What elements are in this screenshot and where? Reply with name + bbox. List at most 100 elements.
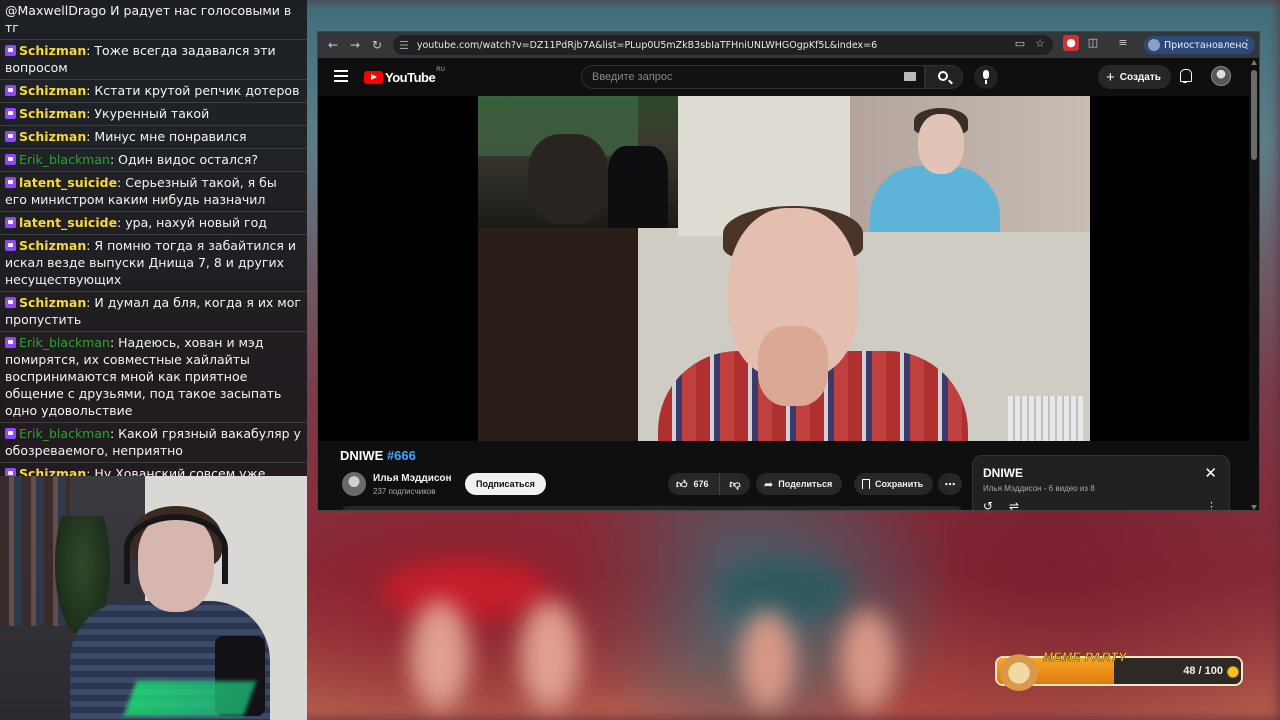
chat-message: Schizman: Я помню тогда я забайтился и и… [0,235,307,292]
share-label: Поделиться [778,479,833,489]
main-person-hand [758,326,828,406]
thumbs-down-icon[interactable]: 👎︎ [720,478,750,491]
description-box[interactable] [342,506,962,510]
chat-text: ура, нахуй новый год [125,215,267,230]
back-icon[interactable]: ← [322,34,344,56]
chat-username[interactable]: Erik_blackman [19,152,110,167]
twitch-badge-icon [5,45,16,56]
chat-username[interactable]: Schizman [19,295,86,310]
chat-message: latent_suicide: ура, нахуй новый год [0,212,307,235]
stream-chat: @MaxwellDrago И радует нас голосовыми в … [0,0,307,476]
scroll-down-icon[interactable] [1251,505,1257,510]
hashtag-link[interactable]: #666 [387,448,416,463]
subscribe-button[interactable]: Подписаться [465,473,546,495]
chat-text: Укуренный такой [94,106,210,121]
youtube-play-icon [364,71,383,84]
voice-search-mic-icon[interactable] [974,65,998,89]
chat-message: latent_suicide: Серьезный такой, я бы ег… [0,172,307,212]
chat-text: Один видос остался? [118,152,258,167]
video-player[interactable] [318,96,1251,441]
profile-status-label: Приостановлено [1164,39,1248,51]
browser-menu-icon[interactable]: ⋮ [1241,37,1253,51]
video-title-text: DNIWE [340,448,387,463]
thumbs-up-icon: 👍︎ [676,477,688,491]
extensions-area: ● ◫ ≡ [1063,35,1131,51]
save-label: Сохранить [875,479,924,489]
chat-text: @MaxwellDrago И радует нас голосовыми в … [5,3,292,35]
chat-message: Erik_blackman: Какой грязный вакабуляр у… [0,423,307,463]
more-actions-icon[interactable]: ⋯ [938,473,962,495]
loop-icon[interactable]: ↺ [983,499,993,510]
youtube-header: YouTube RU + Создать [318,58,1259,96]
chat-message: Schizman: Ну Хованский совсем уже спился… [0,463,307,476]
chat-username[interactable]: Schizman [19,129,86,144]
search-button[interactable] [925,65,963,89]
reload-icon[interactable]: ↻ [366,34,388,56]
page-scrollbar[interactable] [1249,58,1259,510]
chat-message: Erik_blackman: Один видос остался? [0,149,307,172]
profile-paused-button[interactable]: Приостановлено [1144,36,1256,54]
account-avatar[interactable] [1211,66,1231,86]
streamer-webcam [0,476,307,720]
playlist-title[interactable]: DNIWE [983,466,1023,480]
chat-separator: : [109,335,119,350]
chat-message: Schizman: Укуренный такой [0,103,307,126]
extensions-puzzle-icon[interactable]: ◫ [1085,35,1101,51]
channel-avatar[interactable] [342,472,366,496]
right-camera [850,96,1090,232]
notifications-bell-icon[interactable] [1178,69,1192,83]
close-icon[interactable]: ✕ [1204,464,1217,482]
chat-username[interactable]: Schizman [19,466,86,476]
search-icon [938,71,948,81]
channel-name[interactable]: Илья Мэддисон [373,473,452,484]
bookmark-star-icon[interactable]: ☆ [1035,37,1045,50]
chat-username[interactable]: Erik_blackman [19,426,110,441]
playlist-more-icon[interactable]: ⋮ [1206,500,1217,510]
site-info-icon[interactable]: ☰ [399,39,409,52]
chat-username[interactable]: Erik_blackman [19,335,110,350]
keyboard-icon[interactable] [904,72,916,81]
twitch-badge-icon [5,468,16,476]
bookmark-icon [862,479,870,489]
radiator [1008,396,1083,441]
chat-message: Schizman: Тоже всегда задавался эти вопр… [0,40,307,80]
chat-username[interactable]: Schizman [19,106,86,121]
chat-username[interactable]: latent_suicide [19,215,117,230]
scrollbar-thumb[interactable] [1251,70,1257,160]
twitch-badge-icon [5,337,16,348]
playlist-panel: DNIWE Илья Мэддисон - 6 видео из 8 ✕ ↺ ⇌… [972,455,1230,510]
chat-username[interactable]: Schizman [19,238,86,253]
forward-icon[interactable]: → [344,34,366,56]
chat-separator: : [117,215,126,230]
twitch-badge-icon [5,428,16,439]
meme-party-count: 48 / 100 [1183,665,1223,677]
menu-hamburger-icon[interactable] [334,70,348,82]
extension-icon[interactable]: ● [1063,35,1079,51]
subscriber-count: 237 подписчиков [373,487,436,496]
create-button[interactable]: + Создать [1098,65,1171,89]
profile-avatar-icon [1148,39,1160,51]
chat-username[interactable]: latent_suicide [19,175,117,190]
like-button[interactable]: 👍︎ 676 [668,473,720,495]
save-button[interactable]: Сохранить [854,473,934,495]
url-text[interactable]: youtube.com/watch?v=DZ11PdRjb7A&list=PLu… [417,40,877,51]
twitch-badge-icon [5,85,16,96]
chat-username[interactable]: Schizman [19,43,86,58]
install-app-icon[interactable]: ▭ [1015,37,1025,50]
left-camera [478,96,678,228]
chat-username[interactable]: Schizman [19,83,86,98]
address-bar[interactable]: ☰ youtube.com/watch?v=DZ11PdRjb7A&list=P… [393,35,1053,55]
scroll-up-icon[interactable] [1251,60,1257,65]
chat-text: Кстати крутой репчик дотеров [94,83,300,98]
reading-list-icon[interactable]: ≡ [1115,35,1131,51]
twitch-badge-icon [5,154,16,165]
twitch-badge-icon [5,177,16,188]
shuffle-icon[interactable]: ⇌ [1009,499,1019,510]
like-count: 676 [693,479,709,489]
youtube-logo[interactable]: YouTube RU [364,67,445,85]
chat-separator: : [109,152,119,167]
youtube-wordmark: YouTube [385,70,436,85]
search-box [581,65,925,89]
search-input[interactable] [582,66,892,88]
share-button[interactable]: ➦ Поделиться [756,473,843,495]
